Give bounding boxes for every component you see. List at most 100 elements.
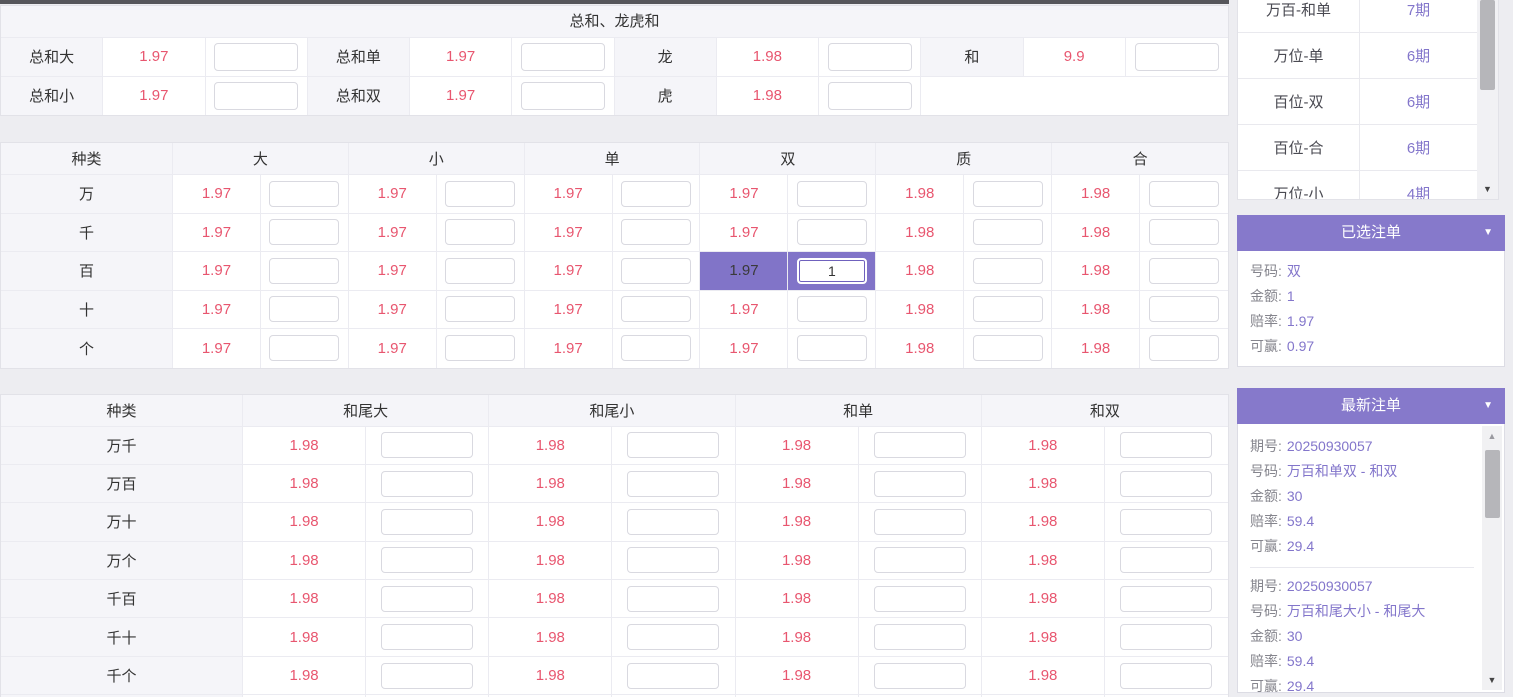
- odds-value[interactable]: 1.98: [717, 77, 819, 116]
- amount-input[interactable]: [874, 509, 966, 535]
- amount-input[interactable]: [1120, 509, 1212, 535]
- odds-value[interactable]: 1.98: [243, 465, 366, 502]
- odds-value[interactable]: 1.98: [1052, 175, 1140, 213]
- amount-input[interactable]: [1149, 335, 1219, 361]
- odds-value[interactable]: 1.97: [700, 175, 788, 213]
- odds-value[interactable]: 1.97: [173, 214, 261, 252]
- amount-input[interactable]: [445, 258, 515, 284]
- chevron-down-icon[interactable]: ▼: [1483, 388, 1493, 424]
- odds-value[interactable]: 1.98: [243, 618, 366, 655]
- amount-input[interactable]: [445, 296, 515, 322]
- amount-input[interactable]: [381, 547, 473, 573]
- odds-value[interactable]: 1.97: [173, 252, 261, 290]
- amount-input[interactable]: [1120, 547, 1212, 573]
- amount-input[interactable]: [269, 219, 339, 245]
- trend-list-item[interactable]: 百位-双6期: [1238, 79, 1498, 125]
- odds-value[interactable]: 1.98: [1052, 214, 1140, 252]
- odds-value[interactable]: 1.98: [489, 542, 612, 579]
- odds-value[interactable]: 1.98: [1052, 329, 1140, 368]
- odds-value[interactable]: 1.98: [243, 427, 366, 464]
- trend-list-item[interactable]: 百位-合6期: [1238, 125, 1498, 171]
- odds-value[interactable]: 1.97: [349, 175, 437, 213]
- amount-input[interactable]: [627, 509, 719, 535]
- amount-input[interactable]: [1120, 432, 1212, 458]
- odds-value[interactable]: 1.97: [173, 291, 261, 329]
- odds-value[interactable]: 1.98: [876, 329, 964, 368]
- amount-input[interactable]: [621, 219, 691, 245]
- amount-input[interactable]: [627, 663, 719, 689]
- amount-input[interactable]: [874, 586, 966, 612]
- amount-input[interactable]: [381, 471, 473, 497]
- amount-input[interactable]: [1135, 43, 1219, 71]
- amount-input[interactable]: [269, 181, 339, 207]
- odds-value[interactable]: 1.98: [876, 175, 964, 213]
- amount-input[interactable]: [214, 82, 298, 110]
- odds-value[interactable]: 1.98: [489, 580, 612, 617]
- trend-scrollbar-thumb[interactable]: [1480, 0, 1495, 90]
- amount-input[interactable]: [973, 258, 1043, 284]
- odds-value[interactable]: 1.98: [982, 657, 1105, 694]
- odds-value[interactable]: 1.97: [349, 252, 437, 290]
- odds-value[interactable]: 1.98: [736, 580, 859, 617]
- amount-input[interactable]: [269, 335, 339, 361]
- scroll-down-icon[interactable]: ▼: [1477, 181, 1498, 197]
- amount-input[interactable]: [1149, 219, 1219, 245]
- amount-input[interactable]: [797, 258, 867, 284]
- amount-input[interactable]: [973, 219, 1043, 245]
- selected-bets-header[interactable]: 已选注单 ▼: [1237, 215, 1505, 251]
- amount-input[interactable]: [627, 432, 719, 458]
- odds-value[interactable]: 1.97: [700, 252, 788, 290]
- trend-list-item[interactable]: 万位-单6期: [1238, 33, 1498, 79]
- amount-input[interactable]: [874, 663, 966, 689]
- odds-value[interactable]: 1.97: [410, 77, 512, 116]
- odds-value[interactable]: 1.97: [525, 329, 613, 368]
- amount-input[interactable]: [1120, 663, 1212, 689]
- amount-input[interactable]: [828, 43, 912, 71]
- amount-input[interactable]: [627, 471, 719, 497]
- odds-value[interactable]: 1.98: [736, 465, 859, 502]
- amount-input[interactable]: [445, 335, 515, 361]
- odds-value[interactable]: 1.98: [736, 542, 859, 579]
- amount-input[interactable]: [381, 586, 473, 612]
- amount-input[interactable]: [381, 509, 473, 535]
- amount-input[interactable]: [381, 663, 473, 689]
- odds-value[interactable]: 1.98: [736, 618, 859, 655]
- odds-value[interactable]: 1.98: [876, 291, 964, 329]
- odds-value[interactable]: 1.97: [410, 38, 512, 76]
- amount-input[interactable]: [621, 258, 691, 284]
- amount-input[interactable]: [797, 181, 867, 207]
- trend-list-item[interactable]: 万百-和单7期: [1238, 0, 1498, 33]
- trend-scrollbar[interactable]: ▼: [1477, 0, 1498, 199]
- odds-value[interactable]: 1.98: [982, 503, 1105, 540]
- odds-value[interactable]: 1.97: [700, 291, 788, 329]
- odds-value[interactable]: 1.98: [736, 427, 859, 464]
- latest-bets-header[interactable]: 最新注单 ▼: [1237, 388, 1505, 424]
- scroll-up-icon[interactable]: ▲: [1482, 428, 1502, 444]
- amount-input[interactable]: [521, 82, 605, 110]
- amount-input[interactable]: [627, 624, 719, 650]
- amount-input[interactable]: [874, 547, 966, 573]
- latest-bets-scrollbar[interactable]: ▲ ▼: [1482, 426, 1502, 690]
- odds-value[interactable]: 1.97: [173, 329, 261, 368]
- amount-input[interactable]: [214, 43, 298, 71]
- amount-input[interactable]: [621, 181, 691, 207]
- amount-input[interactable]: [1149, 181, 1219, 207]
- amount-input[interactable]: [874, 471, 966, 497]
- odds-value[interactable]: 1.98: [489, 503, 612, 540]
- odds-value[interactable]: 1.98: [1052, 291, 1140, 329]
- amount-input[interactable]: [269, 258, 339, 284]
- odds-value[interactable]: 1.98: [489, 618, 612, 655]
- odds-value[interactable]: 1.97: [525, 214, 613, 252]
- amount-input[interactable]: [269, 296, 339, 322]
- amount-input[interactable]: [973, 335, 1043, 361]
- odds-value[interactable]: 1.97: [349, 329, 437, 368]
- amount-input[interactable]: [1149, 296, 1219, 322]
- odds-value[interactable]: 1.98: [736, 503, 859, 540]
- odds-value[interactable]: 1.97: [103, 77, 205, 116]
- odds-value[interactable]: 1.97: [173, 175, 261, 213]
- chevron-down-icon[interactable]: ▼: [1483, 215, 1493, 251]
- amount-input[interactable]: [1149, 258, 1219, 284]
- odds-value[interactable]: 1.97: [700, 329, 788, 368]
- odds-value[interactable]: 1.98: [876, 214, 964, 252]
- amount-input[interactable]: [627, 586, 719, 612]
